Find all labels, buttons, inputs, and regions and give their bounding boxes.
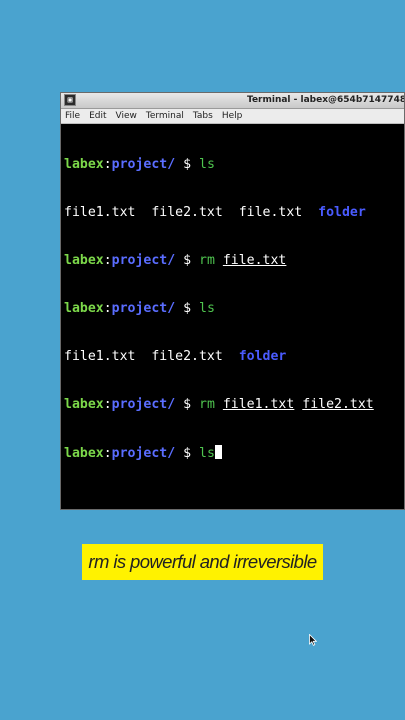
prompt-symbol: $: [175, 157, 200, 172]
prompt-path: project/: [111, 446, 176, 461]
prompt-symbol: $: [175, 253, 200, 268]
terminal-line: file1.txt file2.txt file.txt folder: [64, 205, 404, 221]
prompt-path: project/: [111, 301, 176, 316]
prompt-path: project/: [111, 253, 176, 268]
command-text: ls: [199, 301, 215, 316]
menu-bar: File Edit View Terminal Tabs Help: [61, 109, 404, 124]
terminal-output[interactable]: labex:project/ $ ls file1.txt file2.txt …: [64, 125, 404, 509]
ls-entry-file: file.txt: [238, 205, 303, 220]
prompt-symbol: $: [175, 446, 200, 461]
terminal-window[interactable]: ▣ Terminal - labex@654b71477480e82 File …: [60, 92, 405, 510]
prompt-user: labex: [64, 446, 104, 461]
command-text: rm: [199, 253, 215, 268]
prompt-colon: :: [103, 397, 112, 412]
ls-entry-folder: folder: [318, 205, 366, 220]
menu-tabs[interactable]: Tabs: [193, 111, 213, 121]
title-bar[interactable]: ▣ Terminal - labex@654b71477480e82: [61, 93, 404, 109]
terminal-line: labex:project/ $ ls: [64, 301, 404, 317]
ls-entry-folder: folder: [238, 349, 287, 364]
ls-entry-file: file1.txt: [64, 205, 136, 220]
prompt-user: labex: [64, 301, 104, 316]
prompt-colon: :: [103, 157, 112, 172]
caption-text: rm is powerful and irreversible: [88, 551, 317, 572]
prompt-colon: :: [103, 253, 112, 268]
command-text: ls: [199, 157, 215, 172]
terminal-line: labex:project/ $ rm file1.txt file2.txt: [64, 397, 404, 413]
command-argument: file2.txt: [302, 397, 374, 412]
prompt-path: project/: [111, 157, 176, 172]
mouse-pointer-icon: [309, 634, 317, 646]
prompt-path: project/: [111, 397, 176, 412]
menu-view[interactable]: View: [116, 111, 137, 121]
prompt-symbol: $: [175, 301, 200, 316]
terminal-line: labex:project/ $ ls: [64, 445, 404, 461]
ls-entry-file: file2.txt: [151, 349, 223, 364]
prompt-user: labex: [64, 397, 104, 412]
caption-banner: rm is powerful and irreversible: [82, 544, 323, 580]
ls-entry-file: file2.txt: [151, 205, 223, 220]
text-cursor: [214, 445, 222, 459]
ls-entry-file: file1.txt: [64, 349, 136, 364]
menu-edit[interactable]: Edit: [89, 111, 106, 121]
command-text: rm: [199, 397, 215, 412]
terminal-line: file1.txt file2.txt folder: [64, 349, 404, 365]
command-argument: file.txt: [222, 253, 287, 268]
menu-file[interactable]: File: [65, 111, 80, 121]
terminal-line: labex:project/ $ ls: [64, 157, 404, 173]
prompt-user: labex: [64, 157, 104, 172]
command-argument: file1.txt: [222, 397, 295, 412]
terminal-app-icon[interactable]: ▣: [64, 94, 76, 106]
prompt-colon: :: [103, 301, 112, 316]
prompt-colon: :: [103, 446, 112, 461]
prompt-symbol: $: [175, 397, 200, 412]
prompt-user: labex: [64, 253, 104, 268]
menu-terminal[interactable]: Terminal: [146, 111, 184, 121]
command-text: ls: [199, 446, 215, 461]
terminal-line: labex:project/ $ rm file.txt: [64, 253, 404, 269]
menu-help[interactable]: Help: [222, 111, 243, 121]
window-title: Terminal - labex@654b71477480e82: [247, 95, 404, 105]
